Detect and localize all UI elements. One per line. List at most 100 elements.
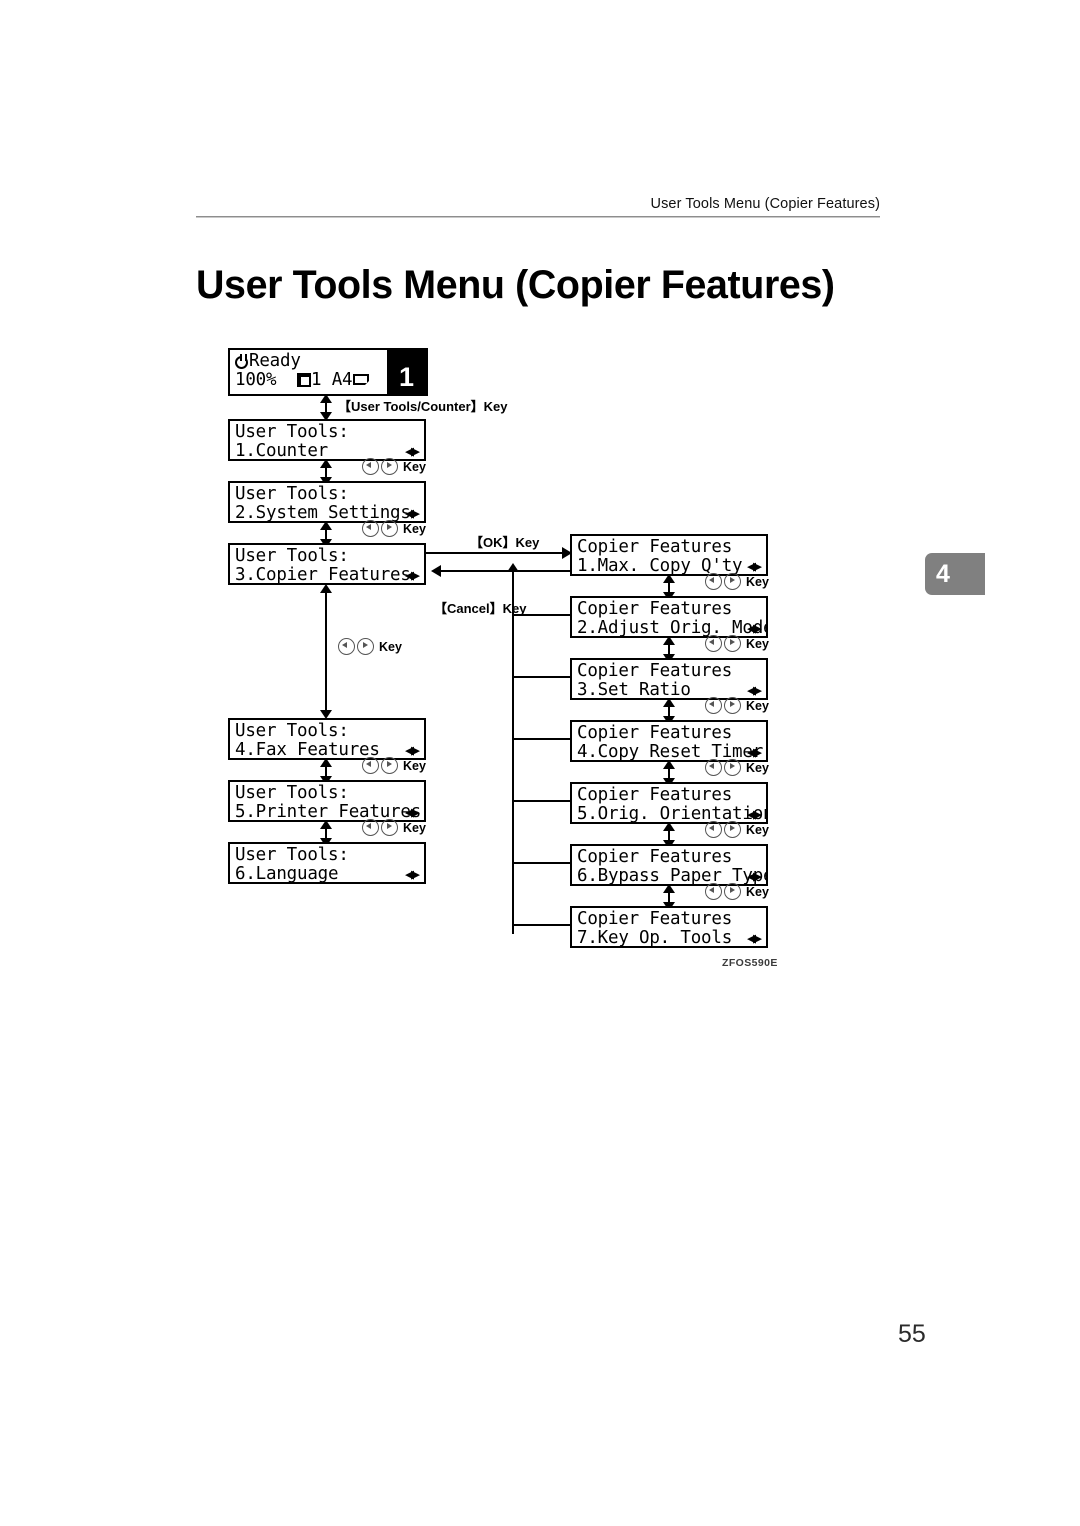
cancel-branch-5 xyxy=(512,800,570,802)
lcd-lr-arrows-icon: ◀▶ xyxy=(404,566,420,584)
lcd-lr-arrows-icon: ◀▶ xyxy=(746,929,762,947)
arrow-up-icon xyxy=(320,394,332,403)
arrow-up-icon xyxy=(320,521,332,530)
key-label-left-right: Key xyxy=(362,819,426,836)
lcd-status-badge: 1 xyxy=(387,350,426,394)
connector-ok-line xyxy=(426,552,566,554)
lcd-item-label: 3.Copier Features xyxy=(235,565,411,585)
lcd-heading: Copier Features xyxy=(577,785,733,805)
arrow-up-icon xyxy=(320,820,332,829)
arrow-left-icon xyxy=(362,520,379,537)
arrow-left-icon xyxy=(705,573,722,590)
arrow-left-icon xyxy=(362,757,379,774)
lcd-user-tools-5: User Tools: 5.Printer Features ◀▶ xyxy=(228,780,426,822)
arrow-up-icon xyxy=(320,459,332,468)
arrow-up-icon xyxy=(663,574,675,583)
arrow-up-icon xyxy=(663,636,675,645)
lcd-item-label: 1.Counter xyxy=(235,441,329,461)
power-icon xyxy=(235,354,248,369)
figure-caption: ZFOS590E xyxy=(722,957,778,969)
connector-ut3-ut4 xyxy=(325,590,327,714)
arrow-right-icon xyxy=(381,819,398,836)
lcd-copier-features-1: Copier Features 1.Max. Copy Q'ty ◀▶ xyxy=(570,534,768,576)
lcd-status-line2: 100% 1 A4 xyxy=(235,371,371,390)
lcd-heading: User Tools: xyxy=(235,546,349,566)
lcd-user-tools-3: User Tools: 3.Copier Features ◀▶ xyxy=(228,543,426,585)
lcd-copier-features-2: Copier Features 2.Adjust Orig. Mode ◀▶ xyxy=(570,596,768,638)
key-label-left-right: Key xyxy=(705,635,769,652)
key-label-left-right: Key xyxy=(705,759,769,776)
cancel-branch-6 xyxy=(512,862,570,864)
key-label-left-right: Key xyxy=(705,883,769,900)
key-label-left-right: Key xyxy=(362,757,426,774)
key-label-left-right: Key xyxy=(705,573,769,590)
menu-flow-diagram: Ready 100% 1 A4 1 【User Tools/Counter】Ke… xyxy=(0,0,1080,1526)
arrow-up-icon xyxy=(320,758,332,767)
arrow-left-icon xyxy=(705,759,722,776)
lcd-lr-arrows-icon: ◀▶ xyxy=(404,865,420,883)
lcd-copier-features-6: Copier Features 6.Bypass Paper Type ◀▶ xyxy=(570,844,768,886)
lcd-user-tools-4: User Tools: 4.Fax Features ◀▶ xyxy=(228,718,426,760)
arrow-right-icon xyxy=(381,458,398,475)
arrow-left-icon xyxy=(338,638,355,655)
arrow-right-icon xyxy=(724,697,741,714)
paper-landscape-icon xyxy=(353,374,371,386)
key-label-left-right: Key xyxy=(705,697,769,714)
arrow-up-icon xyxy=(320,584,332,593)
arrow-right-icon xyxy=(357,638,374,655)
arrow-right-icon xyxy=(724,573,741,590)
lcd-copier-features-4: Copier Features 4.Copy Reset Timer ◀▶ xyxy=(570,720,768,762)
lcd-status-display: Ready 100% 1 A4 1 xyxy=(228,348,428,396)
arrow-left-icon xyxy=(362,819,379,836)
arrow-left-icon xyxy=(705,883,722,900)
lcd-item-label: 4.Fax Features xyxy=(235,740,380,760)
lcd-item-label: 6.Language xyxy=(235,864,339,884)
arrow-left-icon xyxy=(362,458,379,475)
cancel-branch-1 xyxy=(512,570,570,572)
lcd-heading: Copier Features xyxy=(577,537,733,557)
page-number: 55 xyxy=(898,1320,926,1348)
cancel-branch-2 xyxy=(512,614,570,616)
key-label-left-right: Key xyxy=(362,458,426,475)
lcd-copier-features-7: Copier Features 7.Key Op. Tools ◀▶ xyxy=(570,906,768,948)
lcd-heading: Copier Features xyxy=(577,661,733,681)
arrow-right-icon xyxy=(381,757,398,774)
lcd-heading: Copier Features xyxy=(577,909,733,929)
arrow-right-icon xyxy=(724,635,741,652)
cancel-branch-3 xyxy=(512,676,570,678)
arrow-left-icon xyxy=(705,821,722,838)
arrow-up-icon xyxy=(663,698,675,707)
arrow-up-icon xyxy=(663,822,675,831)
cancel-branch-4 xyxy=(512,738,570,740)
lcd-heading: User Tools: xyxy=(235,721,349,741)
key-label-user-tools-counter: 【User Tools/Counter】Key xyxy=(338,399,508,414)
lcd-copier-features-5: Copier Features 5.Orig. Orientation ◀▶ xyxy=(570,782,768,824)
lcd-item-label: 7.Key Op. Tools xyxy=(577,928,733,948)
lcd-copier-features-3: Copier Features 3.Set Ratio ◀▶ xyxy=(570,658,768,700)
arrow-left-icon xyxy=(705,697,722,714)
lcd-heading: User Tools: xyxy=(235,484,349,504)
arrow-up-icon xyxy=(663,884,675,893)
arrow-left-icon xyxy=(431,565,441,577)
lcd-heading: Copier Features xyxy=(577,599,733,619)
lcd-heading: User Tools: xyxy=(235,845,349,865)
lcd-heading: Copier Features xyxy=(577,847,733,867)
lcd-user-tools-6: User Tools: 6.Language ◀▶ xyxy=(228,842,426,884)
arrow-up-icon xyxy=(663,760,675,769)
lcd-status-line1: Ready xyxy=(235,352,301,371)
document-page: User Tools Menu (Copier Features) User T… xyxy=(0,0,1080,1526)
lcd-user-tools-1: User Tools: 1.Counter ◀▶ xyxy=(228,419,426,461)
lcd-heading: User Tools: xyxy=(235,422,349,442)
arrow-left-icon xyxy=(705,635,722,652)
arrow-right-icon xyxy=(724,821,741,838)
key-label-left-right: Key xyxy=(705,821,769,838)
cancel-branch-7 xyxy=(512,924,570,926)
key-label-left-right: Key xyxy=(362,520,426,537)
connector-cancel-bus xyxy=(512,570,514,934)
key-label-left-right: Key xyxy=(338,638,402,655)
arrow-right-icon xyxy=(381,520,398,537)
lcd-heading: Copier Features xyxy=(577,723,733,743)
arrow-right-icon xyxy=(724,883,741,900)
paper-stack-icon xyxy=(297,373,312,387)
arrow-right-icon xyxy=(724,759,741,776)
